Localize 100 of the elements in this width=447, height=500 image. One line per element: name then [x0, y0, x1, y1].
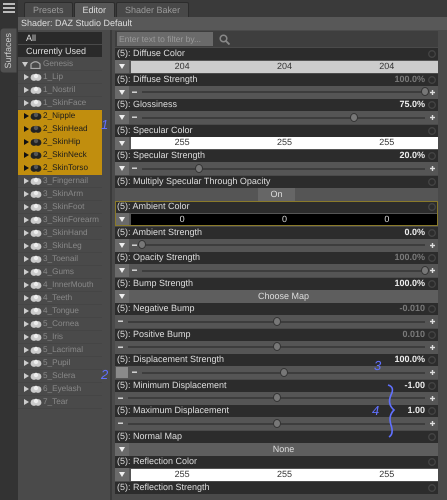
expand-arrow-icon[interactable]: [24, 126, 29, 132]
expand-arrow-icon[interactable]: [24, 230, 29, 236]
tree-item[interactable]: 3_SkinArm: [18, 188, 102, 201]
menu-button[interactable]: [115, 442, 129, 456]
expand-arrow-icon[interactable]: [24, 152, 29, 158]
plus-icon[interactable]: [430, 242, 435, 248]
expand-arrow-icon[interactable]: [24, 87, 29, 93]
minus-icon[interactable]: [132, 116, 137, 119]
tree-item[interactable]: 2_SkinNeck: [18, 149, 102, 162]
plus-icon[interactable]: [430, 421, 435, 426]
minus-icon[interactable]: [132, 244, 137, 246]
map-button[interactable]: Choose Map: [129, 290, 438, 302]
expand-arrow-icon[interactable]: [24, 256, 29, 262]
expand-arrow-icon[interactable]: [24, 269, 29, 275]
expand-arrow-icon[interactable]: [24, 113, 29, 119]
expand-arrow-icon[interactable]: [24, 217, 29, 223]
slider-thumb[interactable]: [421, 266, 429, 274]
color-field[interactable]: 204 204 204: [131, 60, 438, 72]
expand-arrow-icon[interactable]: [24, 373, 29, 379]
minus-icon[interactable]: [118, 422, 123, 425]
expand-arrow-icon[interactable]: [24, 399, 29, 405]
menu-icon[interactable]: [3, 3, 15, 13]
minus-icon[interactable]: [132, 167, 137, 170]
tab[interactable]: Shader Baker: [116, 2, 190, 17]
plus-icon[interactable]: [430, 166, 435, 171]
color-field[interactable]: 0 0 0: [131, 214, 438, 226]
minus-icon[interactable]: [132, 269, 137, 272]
tree-item[interactable]: 5_Lacrimal: [18, 344, 102, 357]
slider-thumb[interactable]: [350, 112, 358, 122]
expand-arrow-icon[interactable]: [24, 100, 29, 106]
tree-item[interactable]: 2_SkinHead: [18, 123, 102, 136]
tab[interactable]: Editor: [74, 2, 116, 17]
tree-item[interactable]: 5_Iris: [18, 331, 102, 344]
expand-arrow-icon[interactable]: [24, 191, 29, 197]
expand-arrow-icon[interactable]: [24, 334, 29, 340]
slider-thumb[interactable]: [194, 164, 203, 172]
tree-item[interactable]: 5_Sclera: [18, 370, 102, 383]
plus-icon[interactable]: [430, 90, 435, 94]
tree-item[interactable]: 1_Lip: [18, 71, 102, 84]
expand-arrow-icon[interactable]: [24, 282, 29, 288]
slider-thumb[interactable]: [272, 418, 280, 428]
menu-button[interactable]: [115, 290, 129, 302]
color-field[interactable]: 255 255 255: [131, 137, 438, 149]
tree-label[interactable]: Genesis: [43, 58, 74, 70]
expand-toggle-icon[interactable]: [22, 62, 28, 66]
search-icon[interactable]: [219, 34, 230, 44]
expand-arrow-icon[interactable]: [24, 204, 29, 210]
tab[interactable]: Presets: [24, 2, 73, 17]
minus-icon[interactable]: [132, 371, 137, 374]
tree-item[interactable]: 4_Tongue: [18, 305, 102, 318]
plus-icon[interactable]: [430, 115, 435, 120]
filter-item[interactable]: Currently Used: [18, 45, 102, 57]
tree-item[interactable]: 3_SkinFoot: [18, 201, 102, 214]
tree-item[interactable]: 4_Gums: [18, 266, 102, 279]
tree-item[interactable]: 3_SkinLeg: [18, 240, 102, 253]
expand-arrow-icon[interactable]: [24, 360, 29, 366]
map-button[interactable]: None: [129, 442, 438, 456]
side-tab[interactable]: Surfaces: [1, 29, 17, 73]
color-field[interactable]: 255 255 255: [131, 468, 438, 480]
plus-icon[interactable]: [430, 396, 435, 400]
menu-button[interactable]: [115, 136, 129, 150]
tree-item[interactable]: 2_Nipple: [18, 110, 102, 123]
expand-arrow-icon[interactable]: [24, 165, 29, 171]
tree-item[interactable]: 3_SkinHand: [18, 227, 102, 240]
minus-icon[interactable]: [118, 396, 123, 400]
expand-arrow-icon[interactable]: [24, 139, 29, 145]
slider-thumb[interactable]: [272, 342, 280, 351]
expand-arrow-icon[interactable]: [24, 74, 29, 80]
slider-thumb[interactable]: [138, 240, 146, 249]
tree-item[interactable]: 1_Nostril: [18, 84, 102, 97]
minus-icon[interactable]: [132, 90, 137, 94]
expand-arrow-icon[interactable]: [24, 295, 29, 301]
toggle-button[interactable]: On: [258, 188, 294, 200]
tree-item[interactable]: 2_SkinTorso: [18, 162, 102, 175]
menu-button[interactable]: [115, 86, 129, 98]
expand-arrow-icon[interactable]: [24, 347, 29, 353]
minus-icon[interactable]: [118, 320, 123, 323]
plus-icon[interactable]: [430, 268, 435, 273]
tree-item[interactable]: 4_InnerMouth: [18, 279, 102, 292]
tree-item[interactable]: 3_Toenail: [18, 253, 102, 266]
slider-thumb[interactable]: [280, 368, 288, 376]
plus-icon[interactable]: [430, 344, 435, 350]
expand-arrow-icon[interactable]: [24, 321, 29, 327]
expand-arrow-icon[interactable]: [24, 243, 29, 249]
plus-icon[interactable]: [430, 319, 435, 324]
menu-button[interactable]: [115, 238, 129, 252]
slider-thumb[interactable]: [272, 393, 280, 402]
tree-item[interactable]: 2_SkinHip: [18, 136, 102, 149]
filter-item[interactable]: All: [18, 32, 102, 44]
expand-arrow-icon[interactable]: [24, 308, 29, 314]
minus-icon[interactable]: [118, 346, 123, 348]
expand-arrow-icon[interactable]: [24, 178, 29, 184]
tree-item[interactable]: 6_Eyelash: [18, 383, 102, 396]
tree-item[interactable]: 7_Tear: [18, 396, 102, 409]
tree-item[interactable]: 5_Cornea: [18, 318, 102, 331]
tree-item[interactable]: 3_Fingernail: [18, 175, 102, 188]
tree-item[interactable]: 4_Teeth: [18, 292, 102, 305]
expand-arrow-icon[interactable]: [24, 386, 29, 392]
tree-item[interactable]: 5_Pupil: [18, 357, 102, 370]
plus-icon[interactable]: [430, 370, 435, 375]
